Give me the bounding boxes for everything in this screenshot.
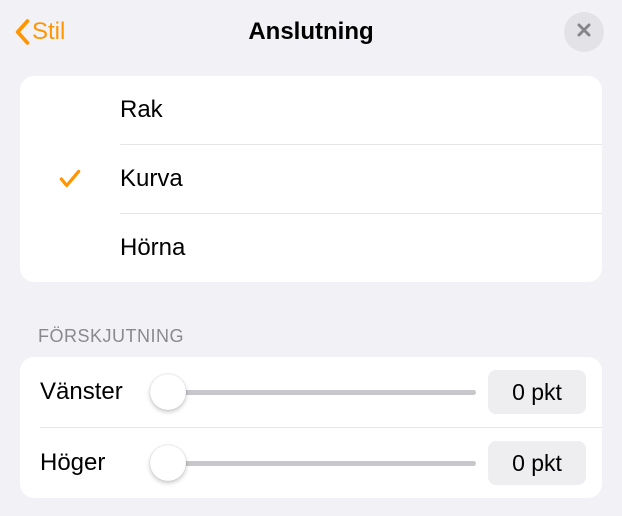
back-label: Stil xyxy=(32,18,65,46)
section-header-offset: FÖRSKJUTNING xyxy=(0,282,622,357)
checkmark-icon xyxy=(20,236,120,260)
checkmark-icon xyxy=(20,98,120,122)
close-button[interactable] xyxy=(564,12,604,52)
option-label: Rak xyxy=(120,96,163,124)
offset-label: Höger xyxy=(40,449,150,477)
page-title: Anslutning xyxy=(248,18,373,46)
close-icon xyxy=(576,22,592,43)
option-label: Hörna xyxy=(120,234,185,262)
value-box-right[interactable]: 0 pkt xyxy=(488,441,586,485)
connection-option-horna[interactable]: Hörna xyxy=(20,214,602,282)
back-button[interactable]: Stil xyxy=(14,18,65,46)
offset-row-right: Höger 0 pkt xyxy=(20,428,602,498)
option-label: Kurva xyxy=(120,165,183,193)
checkmark-icon xyxy=(20,166,120,192)
connection-type-list: Rak Kurva Hörna xyxy=(20,76,602,282)
chevron-left-icon xyxy=(14,19,30,45)
offset-row-left: Vänster 0 pkt xyxy=(20,357,602,427)
value-box-left[interactable]: 0 pkt xyxy=(488,370,586,414)
connection-option-rak[interactable]: Rak xyxy=(20,76,602,144)
offset-group: Vänster 0 pkt Höger 0 pkt xyxy=(20,357,602,498)
offset-label: Vänster xyxy=(40,378,150,406)
connection-option-kurva[interactable]: Kurva xyxy=(20,145,602,213)
slider-right[interactable] xyxy=(150,461,476,466)
slider-left[interactable] xyxy=(150,390,476,395)
